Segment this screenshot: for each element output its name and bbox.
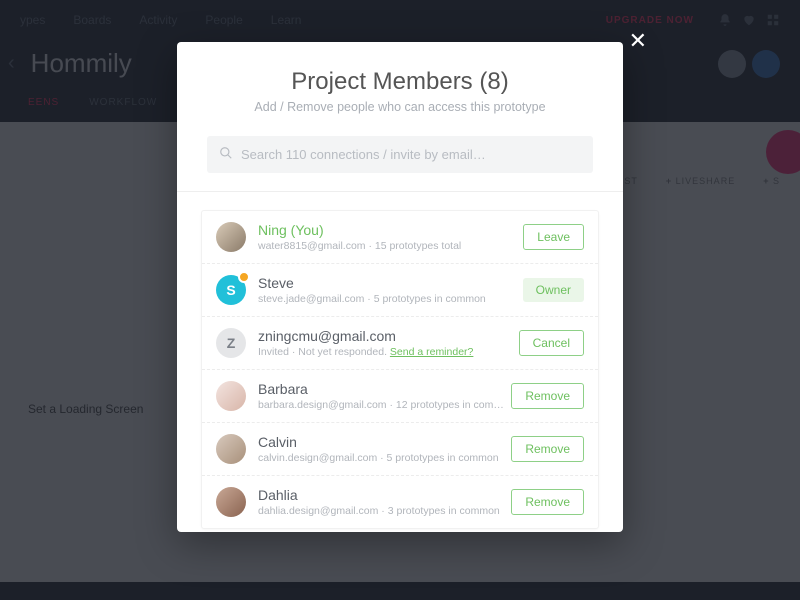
- member-row: Z zningcmu@gmail.com Invited · Not yet r…: [202, 317, 598, 370]
- member-meta: steve.jade@gmail.com · 5 prototypes in c…: [258, 293, 523, 305]
- member-meta: calvin.design@gmail.com · 5 prototypes i…: [258, 452, 511, 464]
- member-row: Barbara barbara.design@gmail.com · 12 pr…: [202, 370, 598, 423]
- member-row: Ning (You) water8815@gmail.com · 15 prot…: [202, 211, 598, 264]
- close-icon[interactable]: ✕: [629, 28, 647, 54]
- search-icon: [219, 146, 233, 163]
- search-field[interactable]: [207, 136, 593, 173]
- remove-button[interactable]: Remove: [511, 383, 584, 409]
- remove-button[interactable]: Remove: [511, 436, 584, 462]
- cancel-button[interactable]: Cancel: [519, 330, 584, 356]
- crown-icon: [238, 271, 250, 283]
- member-name: Dahlia: [258, 487, 511, 503]
- member-meta: barbara.design@gmail.com · 12 prototypes…: [258, 399, 511, 411]
- member-meta: Invited · Not yet responded. Send a remi…: [258, 346, 519, 358]
- member-name: Calvin: [258, 434, 511, 450]
- member-row: Dahlia dahlia.design@gmail.com · 3 proto…: [202, 476, 598, 528]
- member-row: S Steve steve.jade@gmail.com · 5 prototy…: [202, 264, 598, 317]
- member-row: Calvin calvin.design@gmail.com · 5 proto…: [202, 423, 598, 476]
- search-input[interactable]: [241, 147, 581, 162]
- modal-header: Project Members (8) Add / Remove people …: [177, 42, 623, 132]
- member-name: Ning (You): [258, 222, 523, 238]
- member-name: Steve: [258, 275, 523, 291]
- member-meta: dahlia.design@gmail.com · 3 prototypes i…: [258, 505, 511, 517]
- remove-button[interactable]: Remove: [511, 489, 584, 515]
- leave-button[interactable]: Leave: [523, 224, 584, 250]
- member-meta: water8815@gmail.com · 15 prototypes tota…: [258, 240, 523, 252]
- avatar: Z: [216, 328, 246, 358]
- avatar: [216, 487, 246, 517]
- avatar: [216, 381, 246, 411]
- member-list: Ning (You) water8815@gmail.com · 15 prot…: [177, 192, 623, 532]
- member-name: Barbara: [258, 381, 511, 397]
- modal-subtitle: Add / Remove people who can access this …: [207, 100, 593, 114]
- member-name: zningcmu@gmail.com: [258, 328, 519, 344]
- avatar: [216, 222, 246, 252]
- project-members-modal: ✕ Project Members (8) Add / Remove peopl…: [177, 42, 623, 532]
- owner-badge: Owner: [523, 278, 584, 302]
- modal-title: Project Members (8): [207, 68, 593, 96]
- avatar: [216, 434, 246, 464]
- send-reminder-link[interactable]: Send a reminder?: [390, 346, 473, 358]
- avatar: S: [216, 275, 246, 305]
